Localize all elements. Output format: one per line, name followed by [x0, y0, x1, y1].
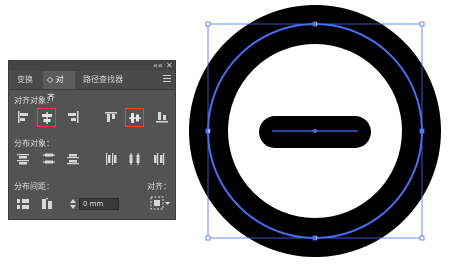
spacing-input[interactable]: 0 mm — [79, 198, 119, 210]
horizontal-distribute-space-icon[interactable] — [39, 196, 55, 212]
distribute-left-icon[interactable] — [103, 151, 119, 167]
align-vertical-center-icon[interactable] — [125, 108, 144, 127]
spacing-stepper-icon[interactable] — [69, 198, 77, 210]
distribute-bottom-icon[interactable] — [65, 151, 81, 167]
distribute-vertical-center-icon[interactable] — [41, 151, 57, 167]
panel-menu-icon[interactable] — [163, 75, 171, 83]
tab-transform[interactable]: 变换 — [13, 71, 37, 89]
align-bottom-icon[interactable] — [154, 109, 170, 125]
align-to-label: 对齐： — [147, 182, 171, 191]
distribute-objects-label: 分布对象： — [14, 139, 54, 148]
vertical-distribute-space-icon[interactable] — [15, 196, 31, 212]
align-horizontal-center-icon[interactable] — [37, 108, 56, 127]
distribute-horizontal-center-icon[interactable] — [127, 151, 143, 167]
distribute-top-icon[interactable] — [15, 151, 31, 167]
align-objects-label: 对齐对象： — [14, 96, 54, 105]
align-top-icon[interactable] — [103, 109, 119, 125]
tab-pathfinder[interactable]: 路径查找器 — [79, 71, 127, 89]
align-right-icon[interactable] — [65, 109, 81, 125]
panel-titlebar: «« ✕ — [9, 61, 175, 71]
artwork-canvas — [189, 5, 441, 257]
tab-align[interactable]: ◇ 对齐 — [43, 71, 75, 102]
collapse-icon[interactable]: «« — [153, 61, 163, 71]
panel-tabs: 变换 ◇ 对齐 路径查找器 — [9, 71, 175, 102]
center-point — [313, 129, 317, 133]
align-left-icon[interactable] — [15, 109, 31, 125]
distribute-spacing-label: 分布间距： — [14, 182, 54, 191]
align-panel: «« ✕ 变换 ◇ 对齐 路径查找器 对齐对象： 分布对象： 分布间距： 对齐：… — [8, 60, 176, 220]
align-to-selection-icon[interactable] — [149, 194, 171, 212]
distribute-right-icon[interactable] — [151, 151, 167, 167]
close-icon[interactable]: ✕ — [166, 61, 173, 71]
